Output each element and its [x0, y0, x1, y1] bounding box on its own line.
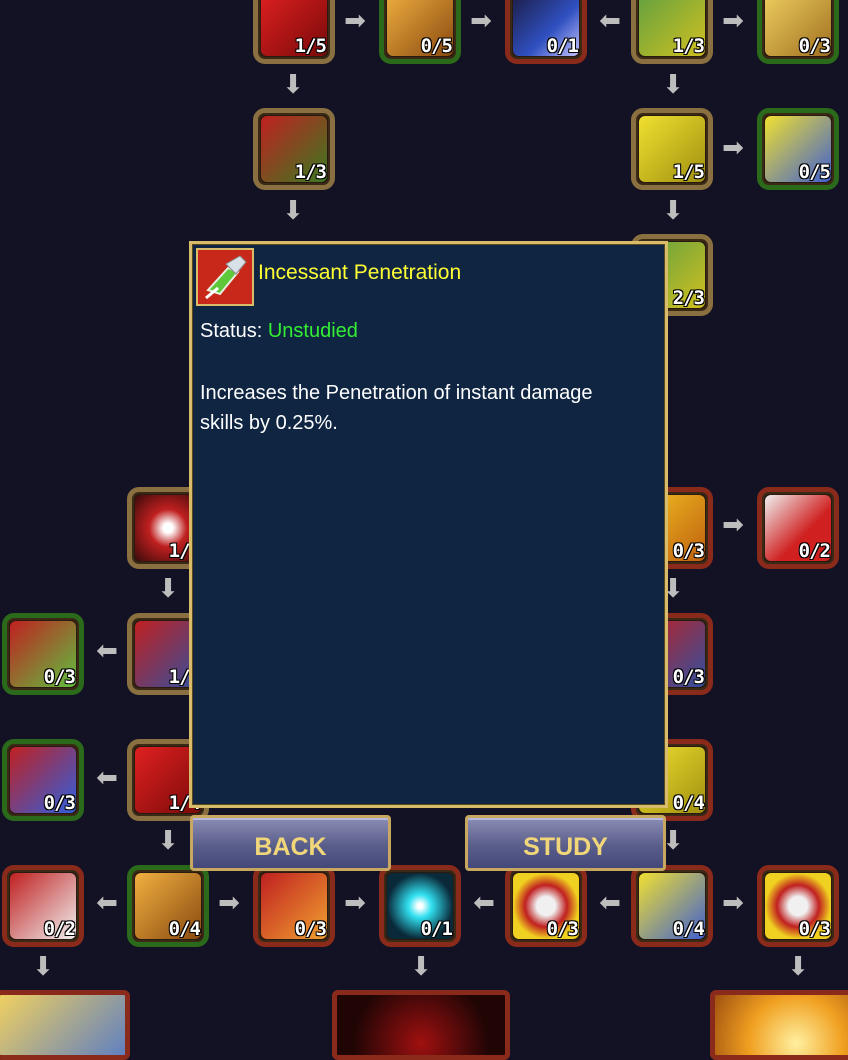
skill-level-count: 1/5 — [294, 35, 327, 57]
skill-node[interactable]: 0/5 — [379, 0, 461, 64]
skill-node[interactable]: 0/3 — [757, 865, 839, 947]
arrow-down-icon: ⬇ — [410, 952, 432, 982]
arrow-down-icon: ⬇ — [787, 952, 809, 982]
status-row: Status: Unstudied — [200, 320, 358, 343]
arrow-down-icon: ⬇ — [282, 196, 304, 226]
skill-node[interactable]: 0/4 — [127, 865, 209, 947]
skill-level-count: 0/3 — [294, 918, 327, 940]
skill-node[interactable]: 0/3 — [505, 865, 587, 947]
skill-node[interactable]: 0/4 — [631, 865, 713, 947]
skill-node[interactable]: 1/5 — [253, 0, 335, 64]
skill-node[interactable]: 0/3 — [253, 865, 335, 947]
study-button[interactable]: STUDY — [465, 815, 666, 871]
skill-level-count: 0/3 — [798, 35, 831, 57]
arrow-right-icon: ➡ — [344, 888, 366, 918]
arrow-left-icon: ⬅ — [473, 888, 495, 918]
skill-node[interactable]: 0/1 — [379, 865, 461, 947]
arrow-right-icon: ➡ — [722, 510, 744, 540]
class-portrait-center[interactable] — [332, 990, 510, 1060]
arrow-down-icon: ⬇ — [282, 70, 304, 100]
arrow-down-icon: ⬇ — [157, 826, 179, 856]
skill-icon-art — [198, 250, 252, 304]
skill-node[interactable]: 0/2 — [2, 865, 84, 947]
arrow-left-icon: ⬅ — [599, 888, 621, 918]
class-portrait-left[interactable] — [0, 990, 130, 1060]
arrow-left-icon: ⬅ — [96, 888, 118, 918]
skill-level-count: 0/3 — [43, 666, 76, 688]
skill-node[interactable]: 0/3 — [2, 613, 84, 695]
skill-node[interactable]: 0/2 — [757, 487, 839, 569]
skill-node[interactable]: 0/1 — [505, 0, 587, 64]
skill-node[interactable]: 1/5 — [631, 108, 713, 190]
skill-node[interactable]: 0/5 — [757, 108, 839, 190]
skill-level-count: 0/2 — [798, 540, 831, 562]
arrow-right-icon: ➡ — [722, 6, 744, 36]
skill-node[interactable]: 1/3 — [631, 0, 713, 64]
skill-level-count: 0/1 — [546, 35, 579, 57]
skill-level-count: 0/4 — [672, 918, 705, 940]
arrow-down-icon: ⬇ — [32, 952, 54, 982]
sword-gauntlet-icon — [196, 248, 254, 306]
skill-level-count: 1/3 — [672, 35, 705, 57]
skill-level-count: 0/4 — [672, 792, 705, 814]
skill-level-count: 0/3 — [546, 918, 579, 940]
class-portrait-right[interactable] — [710, 990, 848, 1060]
arrow-left-icon: ⬅ — [96, 636, 118, 666]
arrow-left-icon: ⬅ — [96, 763, 118, 793]
skill-description: Increases the Penetration of instant dam… — [200, 382, 593, 434]
skill-level-count: 1/3 — [294, 161, 327, 183]
skill-tooltip-dialog: Incessant Penetration Status: Unstudied … — [189, 241, 668, 808]
skill-name: Incessant Penetration — [258, 261, 462, 284]
skill-level-count: 0/3 — [43, 792, 76, 814]
arrow-right-icon: ➡ — [722, 888, 744, 918]
skill-level-count: 0/3 — [798, 918, 831, 940]
arrow-right-icon: ➡ — [218, 888, 240, 918]
status-label: Status: — [200, 320, 263, 342]
arrow-down-icon: ⬇ — [157, 574, 179, 604]
status-value: Unstudied — [267, 320, 358, 342]
arrow-right-icon: ➡ — [722, 133, 744, 163]
back-button[interactable]: BACK — [190, 815, 391, 871]
skill-level-count: 0/5 — [798, 161, 831, 183]
skill-level-count: 0/1 — [420, 918, 453, 940]
arrow-right-icon: ➡ — [470, 6, 492, 36]
skill-level-count: 0/4 — [168, 918, 201, 940]
skill-node[interactable]: 1/3 — [253, 108, 335, 190]
arrow-left-icon: ⬅ — [599, 6, 621, 36]
skill-level-count: 1/5 — [672, 161, 705, 183]
skill-node[interactable]: 0/3 — [757, 0, 839, 64]
skill-node[interactable]: 0/3 — [2, 739, 84, 821]
skill-level-count: 0/3 — [672, 540, 705, 562]
skill-level-count: 0/3 — [672, 666, 705, 688]
arrow-down-icon: ⬇ — [662, 70, 684, 100]
skill-level-count: 2/3 — [672, 287, 705, 309]
skill-level-count: 0/5 — [420, 35, 453, 57]
arrow-down-icon: ⬇ — [662, 196, 684, 226]
skill-level-count: 0/2 — [43, 918, 76, 940]
arrow-right-icon: ➡ — [344, 6, 366, 36]
